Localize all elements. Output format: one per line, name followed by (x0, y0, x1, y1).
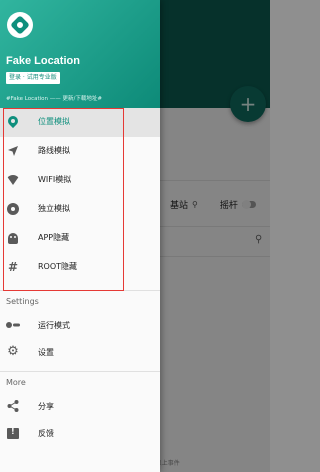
menu-item-label: 运行模式 (38, 321, 70, 330)
settings-section-title: Settings (6, 297, 39, 306)
menu-item-app-hide[interactable]: APP隐藏 (0, 224, 160, 253)
menu-item-label: WIFI模拟 (38, 175, 72, 184)
menu-item-share[interactable]: 分享 (0, 393, 160, 420)
menu-item-settings[interactable]: ⚙ 设置 (0, 339, 160, 366)
menu-item-location-simulation[interactable]: 位置模拟 (0, 108, 160, 137)
feedback-icon (6, 426, 20, 440)
navigation-drawer: Fake Location 登录 · 试用专业版 #Fake Location … (0, 0, 160, 472)
menu-item-label: 独立模拟 (38, 204, 70, 213)
menu-item-independent-simulation[interactable]: 独立模拟 (0, 195, 160, 224)
more-section-title: More (6, 378, 26, 387)
location-pin-icon (6, 115, 20, 129)
navigation-arrow-icon (6, 144, 20, 158)
menu-item-label: 分享 (38, 402, 54, 411)
menu-item-label: 位置模拟 (38, 117, 70, 126)
menu-item-label: 路线模拟 (38, 146, 70, 155)
menu-item-run-mode[interactable]: 运行模式 (0, 312, 160, 339)
app-name: Fake Location (6, 55, 80, 67)
wifi-icon (6, 173, 20, 187)
share-icon (6, 399, 20, 413)
menu-item-label: ROOT隐藏 (38, 262, 78, 271)
update-download-link[interactable]: #Fake Location —— 更新/下载地址# (6, 94, 102, 102)
menu-item-label: 设置 (38, 348, 54, 357)
login-trial-button[interactable]: 登录 · 试用专业版 (6, 72, 60, 84)
hash-icon: # (7, 260, 19, 274)
menu-item-label: 反馈 (38, 429, 54, 438)
disc-icon (6, 202, 20, 216)
menu-item-route-simulation[interactable]: 路线模拟 (0, 137, 160, 166)
android-icon (6, 231, 20, 245)
app-logo (7, 12, 33, 38)
menu-item-feedback[interactable]: 反馈 (0, 420, 160, 447)
gear-icon: ⚙ (7, 344, 19, 359)
menu-item-label: APP隐藏 (38, 233, 70, 242)
menu-item-root-hide[interactable]: # ROOT隐藏 (0, 253, 160, 282)
menu-item-wifi-simulation[interactable]: WIFI模拟 (0, 166, 160, 195)
drawer-header: Fake Location 登录 · 试用专业版 #Fake Location … (0, 0, 160, 108)
toggle-icon (6, 318, 20, 332)
